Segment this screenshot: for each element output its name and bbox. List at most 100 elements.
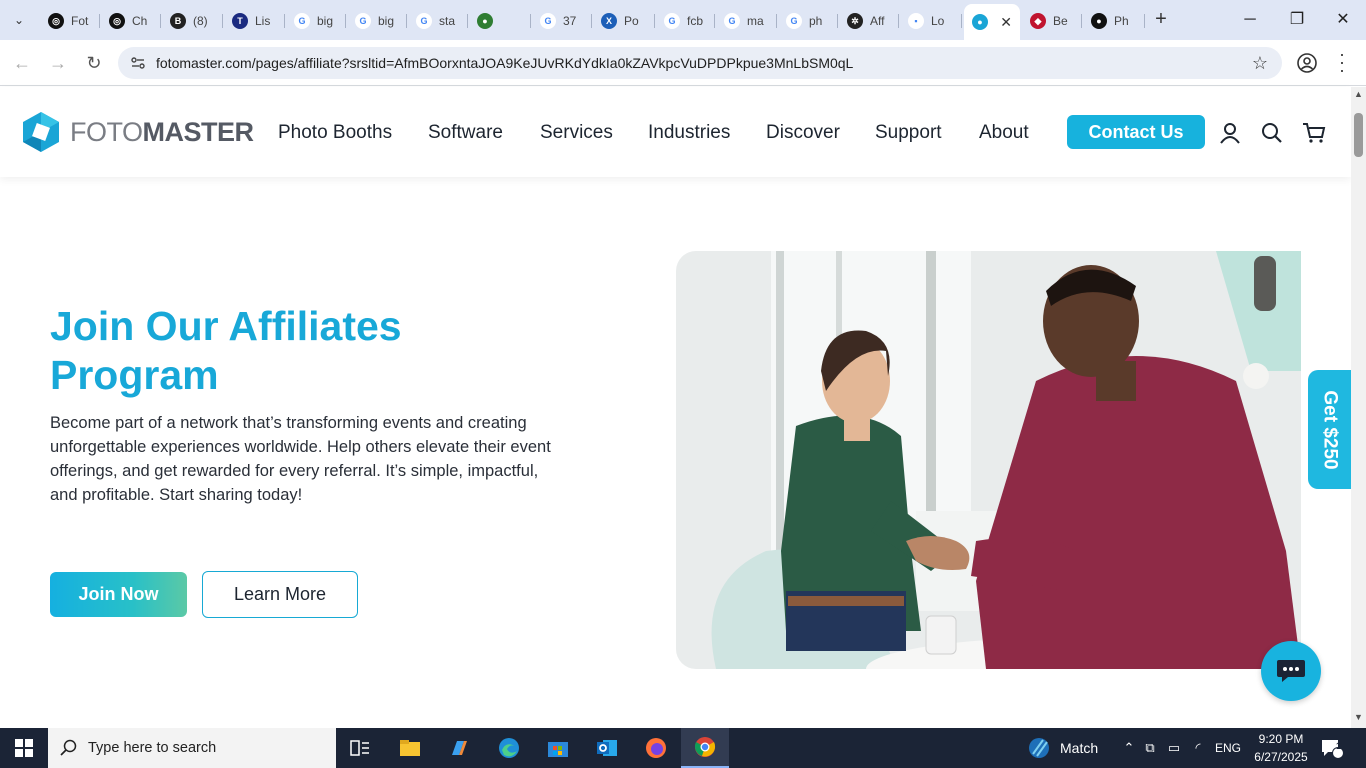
start-button[interactable]	[0, 728, 48, 768]
browser-tab[interactable]: T Lis	[224, 6, 285, 36]
browser-tab-strip: ⌄ ◎ Fot ◎ Ch B (8) T Lis Gbig Gbig Gsta ● G 37 X Po Gfcb…	[0, 0, 1366, 40]
browser-tab[interactable]: ◎ Fot	[40, 6, 100, 36]
tab-separator	[222, 14, 223, 28]
task-view-icon[interactable]	[336, 728, 384, 768]
browser-menu-icon[interactable]: · · ·	[1336, 45, 1348, 79]
learn-more-button[interactable]: Learn More	[202, 571, 358, 618]
close-window-button[interactable]: ✕	[1331, 8, 1355, 32]
handshake-photo	[676, 251, 1301, 669]
hero-description: Become part of a network that’s transfor…	[50, 414, 551, 504]
clock-time: 9:20 PM	[1258, 732, 1304, 746]
taskbar-search-box[interactable]: Type here to search	[48, 728, 336, 768]
browser-tab[interactable]: X Po	[593, 6, 655, 36]
profile-icon[interactable]	[1296, 52, 1318, 74]
browser-tab[interactable]: Gsta	[408, 6, 468, 36]
browser-tab-label: (8)	[193, 14, 208, 28]
chevron-up-icon[interactable]: ⌃	[1120, 740, 1138, 756]
language-indicator[interactable]: ENG	[1210, 741, 1246, 755]
file-explorer-icon[interactable]	[386, 728, 434, 768]
browser-tab[interactable]: Gbig	[286, 6, 346, 36]
edge-icon[interactable]	[485, 728, 533, 768]
notifications-button[interactable]: 1	[1320, 728, 1344, 768]
scrollbar-thumb[interactable]	[1354, 113, 1363, 157]
outlook-icon[interactable]	[583, 728, 631, 768]
windows-taskbar: Type here to search Match ⌃ ⧉ ▭ ◜ ENG 9:…	[0, 728, 1366, 768]
aperture-icon: ✲	[847, 13, 863, 29]
browser-tab[interactable]: Gfcb	[656, 6, 715, 36]
taskbar-search-icon	[60, 739, 77, 756]
get-250-side-tab[interactable]: Get $250	[1308, 370, 1351, 489]
battery-icon[interactable]: ▭	[1162, 740, 1186, 756]
openai-icon: ◎	[48, 13, 64, 29]
browser-tab-label: ma	[747, 14, 764, 28]
tab-search-button[interactable]: ⌄	[6, 8, 32, 32]
microsoft-store-icon[interactable]	[534, 728, 582, 768]
google-icon: G	[786, 13, 802, 29]
fotomaster-logo[interactable]: FOTOMASTER	[20, 110, 254, 154]
firefox-icon[interactable]	[632, 728, 680, 768]
browser-tab-label: 37	[563, 14, 577, 28]
nav-photo-booths[interactable]: Photo Booths	[278, 122, 392, 144]
nav-services[interactable]: Services	[540, 122, 613, 144]
browser-tab-label: big	[378, 14, 395, 28]
back-button[interactable]: ←	[10, 51, 34, 75]
ttp-icon: T	[232, 13, 248, 29]
browser-tab[interactable]: Gbig	[347, 6, 407, 36]
maximize-button[interactable]: ❐	[1285, 8, 1309, 32]
browser-tab-label: Ch	[132, 14, 148, 28]
browser-tab[interactable]: ● Ph	[1083, 6, 1145, 36]
browser-tab[interactable]: ●	[469, 6, 531, 36]
nav-support[interactable]: Support	[875, 122, 942, 144]
notification-count: 1	[1336, 741, 1342, 751]
minimize-button[interactable]: ─	[1238, 8, 1262, 32]
side-tab-label: Get $250	[1319, 389, 1341, 470]
tab-separator	[406, 14, 407, 28]
browser-tab[interactable]: G 37	[532, 6, 592, 36]
address-bar[interactable]: fotomaster.com/pages/affiliate?srsltid=A…	[118, 47, 1282, 79]
page-scrollbar[interactable]: ▲ ▼	[1351, 87, 1366, 728]
new-tab-button[interactable]: +	[1150, 9, 1172, 31]
browser-tab-label: big	[317, 14, 334, 28]
browser-tab[interactable]: Gph	[778, 6, 838, 36]
meet-now-icon[interactable]: ⧉	[1138, 740, 1162, 756]
google-icon: G	[664, 13, 680, 29]
browser-tab[interactable]: Gma	[716, 6, 777, 36]
browser-tab-label: fcb	[687, 14, 704, 28]
copilot-icon[interactable]	[435, 728, 483, 768]
reload-button[interactable]: ↻	[82, 51, 106, 75]
browser-tab[interactable]: ● ✕	[964, 4, 1020, 40]
nav-software[interactable]: Software	[428, 122, 503, 144]
weather-label: Match	[1060, 740, 1099, 756]
clock[interactable]: 9:20 PM 6/27/2025	[1250, 730, 1312, 766]
site-header: FOTOMASTER Photo Booths Software Service…	[0, 87, 1351, 177]
browser-tab[interactable]: ◎ Ch	[101, 6, 161, 36]
close-tab-icon[interactable]: ✕	[1000, 14, 1012, 31]
join-now-button[interactable]: Join Now	[50, 572, 187, 617]
tab-separator	[160, 14, 161, 28]
browser-tab[interactable]: ▪ Lo	[900, 6, 962, 36]
nav-discover[interactable]: Discover	[766, 122, 840, 144]
cart-icon[interactable]	[1302, 121, 1326, 145]
contact-us-button[interactable]: Contact Us	[1067, 115, 1205, 149]
browser-tab[interactable]: ✲ Aff	[839, 6, 899, 36]
tab-separator	[654, 14, 655, 28]
bookmark-star-icon[interactable]: ☆	[1252, 53, 1268, 74]
browser-tab-label: ph	[809, 14, 823, 28]
google-icon: G	[416, 13, 432, 29]
chrome-icon[interactable]	[681, 728, 729, 768]
wifi-icon[interactable]: ◜	[1186, 740, 1210, 756]
site-settings-icon[interactable]	[130, 55, 146, 71]
browser-tab[interactable]: ◆ Be	[1022, 6, 1082, 36]
weather-widget[interactable]: Match	[1028, 728, 1098, 768]
forward-button[interactable]: →	[46, 51, 70, 75]
browser-tab-label: Lis	[255, 14, 271, 28]
account-icon[interactable]	[1218, 121, 1242, 145]
nav-industries[interactable]: Industries	[648, 122, 730, 144]
tab-separator	[1081, 14, 1082, 28]
browser-tab-label: Aff	[870, 14, 885, 28]
chat-widget-button[interactable]	[1261, 641, 1321, 701]
browser-tab[interactable]: B (8)	[162, 6, 223, 36]
search-icon[interactable]	[1260, 121, 1284, 145]
google-icon: G	[540, 13, 556, 29]
nav-about[interactable]: About	[979, 122, 1029, 144]
